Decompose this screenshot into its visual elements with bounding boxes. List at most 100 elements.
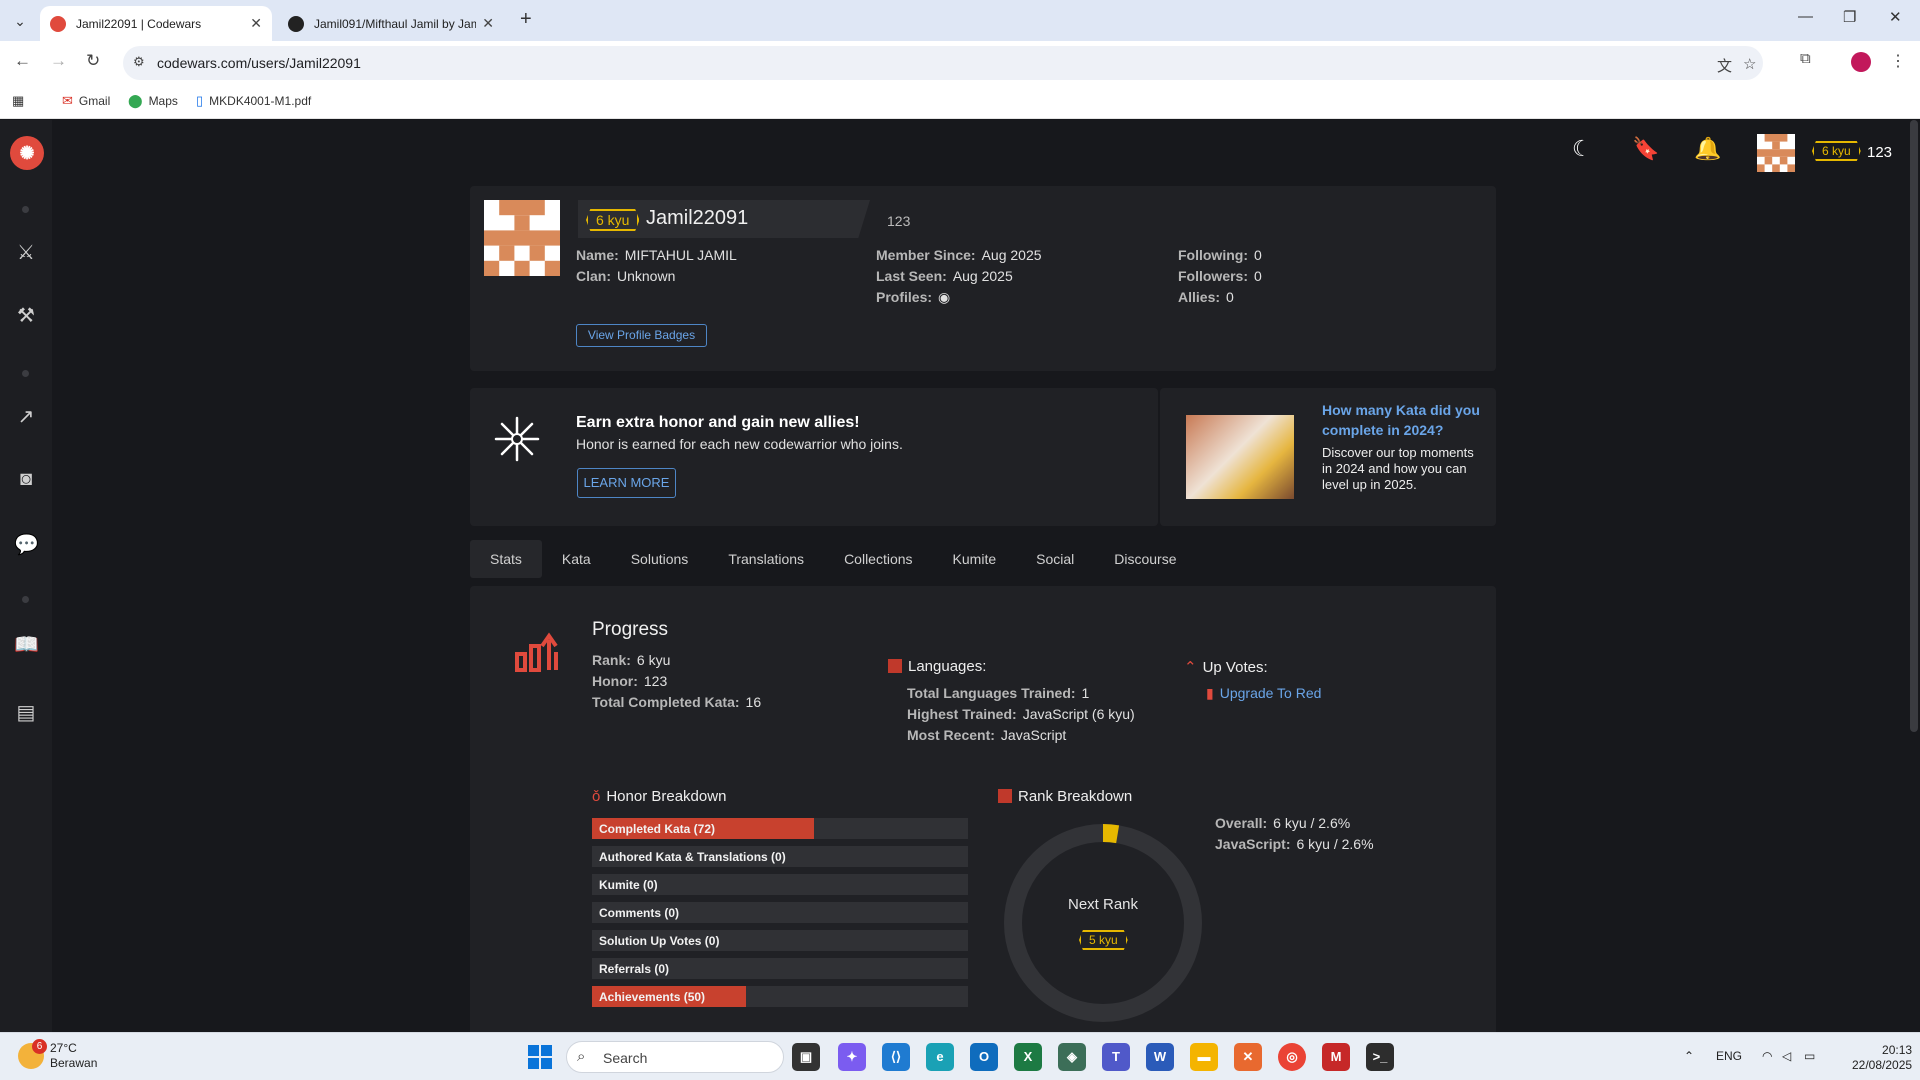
banner-title: Earn extra honor and gain new allies! (576, 414, 860, 431)
apps-grid-icon[interactable]: ▦ (12, 93, 30, 109)
following-field: Following: 0 (1178, 247, 1262, 263)
training-icon[interactable]: ⚔ (14, 240, 38, 265)
notifications-bell-icon[interactable]: 🔔 (1694, 136, 1721, 162)
menu-kebab-icon[interactable]: ⋮ (1890, 51, 1906, 71)
teams-icon[interactable]: T (1102, 1043, 1130, 1071)
honor-bar: Solution Up Votes (0) (592, 930, 968, 951)
honor-bar-label: Solution Up Votes (0) (599, 934, 720, 948)
honor-bar: Kumite (0) (592, 874, 968, 895)
mcafee-icon[interactable]: M (1322, 1043, 1350, 1071)
minimize-icon[interactable]: — (1798, 8, 1813, 25)
honor-breakdown-title: ǒ Honor Breakdown (592, 788, 727, 805)
rank-icon (998, 789, 1012, 803)
translate-icon[interactable]: 文 (1717, 55, 1732, 76)
wifi-icon[interactable]: ◠ (1762, 1049, 1772, 1063)
bookmark-star-icon[interactable]: ☆ (1743, 55, 1756, 73)
taskbar-search[interactable]: ⌕ Search (566, 1041, 784, 1073)
excel-icon[interactable]: X (1014, 1043, 1042, 1071)
blog-icon[interactable]: ▤ (14, 700, 38, 725)
user-avatar[interactable] (1757, 134, 1795, 172)
last-seen-field: Last Seen: Aug 2025 (876, 268, 1013, 284)
vscode-icon[interactable]: ⟨⟩ (882, 1043, 910, 1071)
new-tab-icon[interactable]: + (520, 8, 532, 31)
page-scrollbar[interactable] (1910, 120, 1918, 732)
progress-title: Progress (592, 619, 669, 640)
volume-icon[interactable]: ◁ (1782, 1049, 1791, 1063)
view-profile-badges-button[interactable]: View Profile Badges (576, 324, 707, 347)
outlook-icon[interactable]: O (970, 1043, 998, 1071)
close-tab-icon[interactable]: ✕ (250, 15, 262, 32)
url-text[interactable]: codewars.com/users/Jamil22091 (157, 55, 361, 71)
search-icon: ⌕ (577, 1048, 586, 1065)
promo-card[interactable]: How many Kata did you complete in 2024? … (1160, 388, 1496, 526)
task-view-icon[interactable]: ▣ (792, 1043, 820, 1071)
language-indicator[interactable]: ENG (1716, 1049, 1742, 1063)
promo-image (1186, 415, 1294, 499)
tab-discourse[interactable]: Discourse (1094, 540, 1196, 578)
browser-tab-strip: ⌄ Jamil22091 | Codewars ✕ Jamil091/Mifth… (0, 0, 1920, 41)
battery-icon[interactable]: ▭ (1804, 1049, 1815, 1063)
sparkle-icon (494, 416, 540, 462)
profile-card: 6 kyu Jamil22091 123 Name: MIFTAHUL JAMIL… (470, 186, 1496, 371)
forward-icon[interactable]: → (50, 51, 67, 71)
honor-bar-label: Comments (0) (599, 906, 680, 920)
terminal-icon[interactable]: >_ (1366, 1043, 1394, 1071)
system-clock[interactable]: 20:13 22/08/2025 (1852, 1043, 1912, 1073)
edge-icon[interactable]: e (926, 1043, 954, 1071)
app-icon[interactable]: ◈ (1058, 1043, 1086, 1071)
practice-icon[interactable]: ⚒ (14, 303, 38, 328)
codewars-logo-icon[interactable]: ✺ (10, 136, 44, 170)
discord-icon[interactable]: ◙ (14, 468, 38, 491)
close-tab-icon[interactable]: ✕ (482, 15, 494, 32)
file-explorer-icon[interactable]: ▬ (1190, 1043, 1218, 1071)
windows-start-icon[interactable] (528, 1045, 552, 1069)
weather-widget[interactable]: 27°C Berawan (50, 1041, 97, 1071)
tab-kata[interactable]: Kata (542, 540, 611, 578)
tab-solutions[interactable]: Solutions (611, 540, 709, 578)
promo-title[interactable]: How many Kata did you complete in 2024? (1322, 400, 1482, 440)
next-rank-badge: 5 kyu (1079, 930, 1128, 950)
rank-badge: 6 kyu (586, 209, 640, 231)
clock-time: 20:13 (1882, 1043, 1913, 1057)
xampp-icon[interactable]: ✕ (1234, 1043, 1262, 1071)
tab-codewars[interactable]: Jamil22091 | Codewars ✕ (40, 6, 272, 41)
tab-stats[interactable]: Stats (470, 540, 542, 578)
bookmark-gmail[interactable]: ✉ Gmail (62, 93, 110, 109)
weather-condition: Berawan (50, 1056, 98, 1070)
tab-translations[interactable]: Translations (708, 540, 824, 578)
username: Jamil22091 (646, 207, 749, 229)
medal-icon: ǒ (592, 788, 601, 805)
honor-bar: Achievements (50) (592, 986, 968, 1007)
github-profile-icon[interactable]: ◉ (938, 289, 950, 305)
dark-mode-moon-icon[interactable]: ☾ (1572, 136, 1592, 162)
tab-github[interactable]: Jamil091/Mifthaul Jamil by Jam ✕ (278, 6, 504, 41)
bookmarks-icon[interactable]: 🔖 (1632, 136, 1659, 162)
profile-avatar-icon[interactable] (1851, 52, 1871, 72)
honor-bar: Authored Kata & Translations (0) (592, 846, 968, 867)
upgrade-to-red-link[interactable]: ▮ Upgrade To Red (1206, 685, 1321, 702)
username-bar: 6 kyu Jamil22091 (578, 200, 870, 238)
honor-count: 123 (1867, 144, 1893, 161)
restore-icon[interactable]: ❐ (1843, 8, 1856, 26)
tray-chevron-up-icon[interactable]: ⌃ (1684, 1049, 1694, 1063)
address-bar[interactable]: ⚙ codewars.com/users/Jamil22091 文 ☆ (123, 46, 1763, 80)
docs-book-icon[interactable]: 📖 (14, 632, 39, 657)
site-info-icon[interactable]: ⚙ (133, 54, 145, 70)
bookmark-pdf[interactable]: ▯ MKDK4001-M1.pdf (196, 93, 311, 109)
extensions-icon[interactable]: ⧉ (1800, 50, 1811, 67)
next-rank-label: Next Rank (1067, 896, 1139, 913)
tab-search-icon[interactable]: ⌄ (8, 10, 32, 32)
tab-kumite[interactable]: Kumite (933, 540, 1017, 578)
bookmark-maps[interactable]: ⬤ Maps (128, 93, 178, 109)
tab-social[interactable]: Social (1016, 540, 1094, 578)
reload-icon[interactable]: ↻ (86, 51, 100, 71)
tab-collections[interactable]: Collections (824, 540, 932, 578)
back-icon[interactable]: ← (14, 51, 31, 71)
leaderboard-trend-icon[interactable]: ↗ (14, 404, 38, 429)
close-window-icon[interactable]: ✕ (1889, 8, 1902, 26)
learn-more-button[interactable]: LEARN MORE (577, 468, 676, 498)
chrome-icon[interactable]: ◎ (1278, 1043, 1306, 1071)
word-icon[interactable]: W (1146, 1043, 1174, 1071)
copilot-icon[interactable]: ✦ (838, 1043, 866, 1071)
discussion-icon[interactable]: 💬 (14, 532, 39, 557)
